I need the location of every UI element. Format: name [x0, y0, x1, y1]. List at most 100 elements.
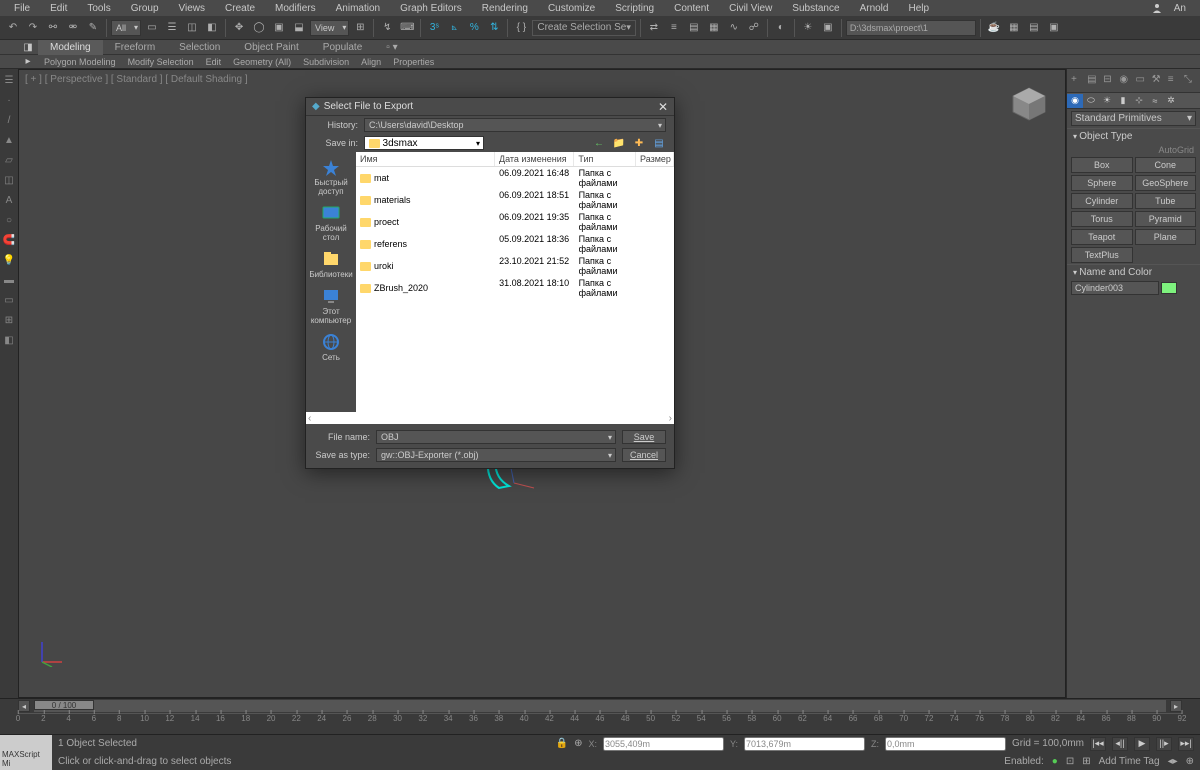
savetype-dropdown[interactable]: gw::OBJ-Exporter (*.obj): [376, 448, 616, 462]
selection-filter[interactable]: All: [111, 20, 141, 36]
lock-icon[interactable]: 🔒: [556, 738, 568, 749]
curve-editor-icon[interactable]: ∿: [725, 19, 743, 37]
material-editor-icon[interactable]: ◐: [772, 19, 790, 37]
enabled-dot-icon[interactable]: ●: [1052, 756, 1058, 767]
coord-y-input[interactable]: [744, 737, 865, 751]
new-folder-icon[interactable]: ✚: [632, 136, 646, 150]
isolate-icon[interactable]: ⊕: [574, 738, 582, 749]
placement-icon[interactable]: ⬓: [290, 19, 308, 37]
spinner-snap-icon[interactable]: ⇅: [485, 19, 503, 37]
btn-geosphere[interactable]: GeoSphere: [1135, 175, 1197, 191]
render-icon[interactable]: ☕: [985, 19, 1003, 37]
ribbon-sub-properties[interactable]: Properties: [387, 56, 440, 68]
timeline-thumb[interactable]: 0 / 100: [34, 700, 94, 710]
section-name-color[interactable]: Name and Color: [1067, 264, 1200, 280]
tab-helpers-icon[interactable]: ⊹: [1131, 94, 1147, 108]
coord-x-input[interactable]: [603, 737, 724, 751]
next-frame-icon[interactable]: ||▸: [1156, 737, 1172, 751]
angle-snap-icon[interactable]: ⦝: [445, 19, 463, 37]
layer-explorer-icon[interactable]: ▦: [705, 19, 723, 37]
menu-customize[interactable]: Customize: [538, 1, 605, 16]
history-dropdown[interactable]: C:\Users\david\Desktop: [364, 118, 666, 132]
tab-cameras-icon[interactable]: ▮: [1115, 94, 1131, 108]
timeline-prev-icon[interactable]: ◂: [18, 700, 30, 712]
places-desktop[interactable]: Рабочий стол: [306, 204, 356, 242]
ribbon-tab-selection[interactable]: Selection: [167, 40, 232, 55]
object-name-input[interactable]: [1071, 281, 1159, 295]
places-quickaccess[interactable]: Быстрый доступ: [306, 158, 356, 196]
file-list-scrollbar[interactable]: ‹›: [306, 412, 674, 424]
tool-light-icon[interactable]: 💡: [2, 253, 16, 267]
create-plus-icon[interactable]: +: [1071, 74, 1083, 88]
ribbon-tab-populate[interactable]: Populate: [311, 40, 374, 55]
render-prod-icon[interactable]: ▣: [1045, 19, 1063, 37]
btn-textplus[interactable]: TextPlus: [1071, 247, 1133, 263]
render-frame-icon[interactable]: ▣: [819, 19, 837, 37]
hierarchy-icon[interactable]: ⊟: [1103, 74, 1115, 88]
primitive-category-dropdown[interactable]: Standard Primitives▾: [1071, 111, 1196, 126]
tool-grow-icon[interactable]: ○: [2, 213, 16, 227]
tool-a-icon[interactable]: A: [2, 193, 16, 207]
vp-nav1-icon[interactable]: ◂▸: [1168, 756, 1178, 767]
mirror-icon[interactable]: ⇄: [645, 19, 663, 37]
goto-end-icon[interactable]: ▸▸|: [1178, 737, 1194, 751]
selection-set-dropdown[interactable]: Create Selection Se ▾: [532, 20, 635, 36]
ribbon-toggle-icon[interactable]: ◨: [20, 40, 36, 54]
btn-sphere[interactable]: Sphere: [1071, 175, 1133, 191]
menu-help[interactable]: Help: [898, 1, 939, 16]
tool-magnet-icon[interactable]: 🧲: [2, 233, 16, 247]
ribbon-tab-modeling[interactable]: Modeling: [38, 40, 103, 55]
keyboard-icon[interactable]: ⌨: [398, 19, 416, 37]
file-list-header[interactable]: Имя Дата изменения Тип Размер: [356, 152, 674, 167]
tool-grid-icon[interactable]: ⊞: [2, 313, 16, 327]
select-region-icon[interactable]: ◫: [183, 19, 201, 37]
ribbon-sub-modifysel[interactable]: Modify Selection: [122, 56, 200, 68]
menu-group[interactable]: Group: [121, 1, 169, 16]
ribbon-sub-edit[interactable]: Edit: [200, 56, 228, 68]
ribbon-tab-freeform[interactable]: Freeform: [103, 40, 168, 55]
modify-icon[interactable]: ▤: [1087, 74, 1099, 88]
add-time-tag[interactable]: Add Time Tag: [1099, 756, 1160, 767]
btn-teapot[interactable]: Teapot: [1071, 229, 1133, 245]
tool-border-icon[interactable]: ▱: [2, 153, 16, 167]
tool-other-icon[interactable]: ◧: [2, 333, 16, 347]
view-menu-icon[interactable]: ▤: [652, 136, 666, 150]
tool-misc-icon[interactable]: ▭: [2, 293, 16, 307]
cancel-button[interactable]: Cancel: [622, 448, 666, 462]
places-network[interactable]: Сеть: [321, 333, 341, 362]
places-thispc[interactable]: Этот компьютер: [306, 287, 356, 325]
section-object-type[interactable]: Object Type: [1067, 128, 1200, 144]
unlink-icon[interactable]: ⚮: [64, 19, 82, 37]
ribbon-sub-align[interactable]: Align: [355, 56, 387, 68]
tab-systems-icon[interactable]: ✲: [1163, 94, 1179, 108]
col-type[interactable]: Тип: [574, 152, 636, 166]
move-icon[interactable]: ✥: [230, 19, 248, 37]
file-row[interactable]: referens05.09.2021 18:36Папка с файлами: [356, 233, 674, 255]
save-button[interactable]: Save: [622, 430, 666, 444]
menu-substance[interactable]: Substance: [782, 1, 849, 16]
panel-chev-icon[interactable]: ⤡: [1184, 74, 1196, 88]
ribbon-sub-subdiv[interactable]: Subdivision: [297, 56, 355, 68]
file-row[interactable]: mat06.09.2021 16:48Папка с файлами: [356, 167, 674, 189]
menu-rendering[interactable]: Rendering: [472, 1, 538, 16]
file-row[interactable]: ZBrush_202031.08.2021 18:10Папка с файла…: [356, 277, 674, 299]
tab-spacewarps-icon[interactable]: ≈: [1147, 94, 1163, 108]
undo-icon[interactable]: ↶: [4, 19, 22, 37]
project-path-input[interactable]: [846, 20, 976, 36]
render-setup-icon[interactable]: ☀: [799, 19, 817, 37]
pivot-icon[interactable]: ⊞: [351, 19, 369, 37]
menu-edit[interactable]: Edit: [40, 1, 77, 16]
snap-toggle-icon[interactable]: 3ˢ: [425, 19, 443, 37]
back-icon[interactable]: ←: [592, 136, 606, 150]
redo-icon[interactable]: ↷: [24, 19, 42, 37]
named-sets-icon[interactable]: { }: [512, 19, 530, 37]
menu-views[interactable]: Views: [169, 1, 216, 16]
render-region-icon[interactable]: ▤: [1025, 19, 1043, 37]
object-color-swatch[interactable]: [1161, 282, 1177, 294]
menu-create[interactable]: Create: [215, 1, 265, 16]
snap-sm-icon[interactable]: ⊡: [1066, 756, 1074, 767]
tab-geometry-icon[interactable]: ◉: [1067, 94, 1083, 108]
savein-dropdown[interactable]: 3dsmax: [364, 136, 484, 150]
btn-torus[interactable]: Torus: [1071, 211, 1133, 227]
col-date[interactable]: Дата изменения: [495, 152, 574, 166]
